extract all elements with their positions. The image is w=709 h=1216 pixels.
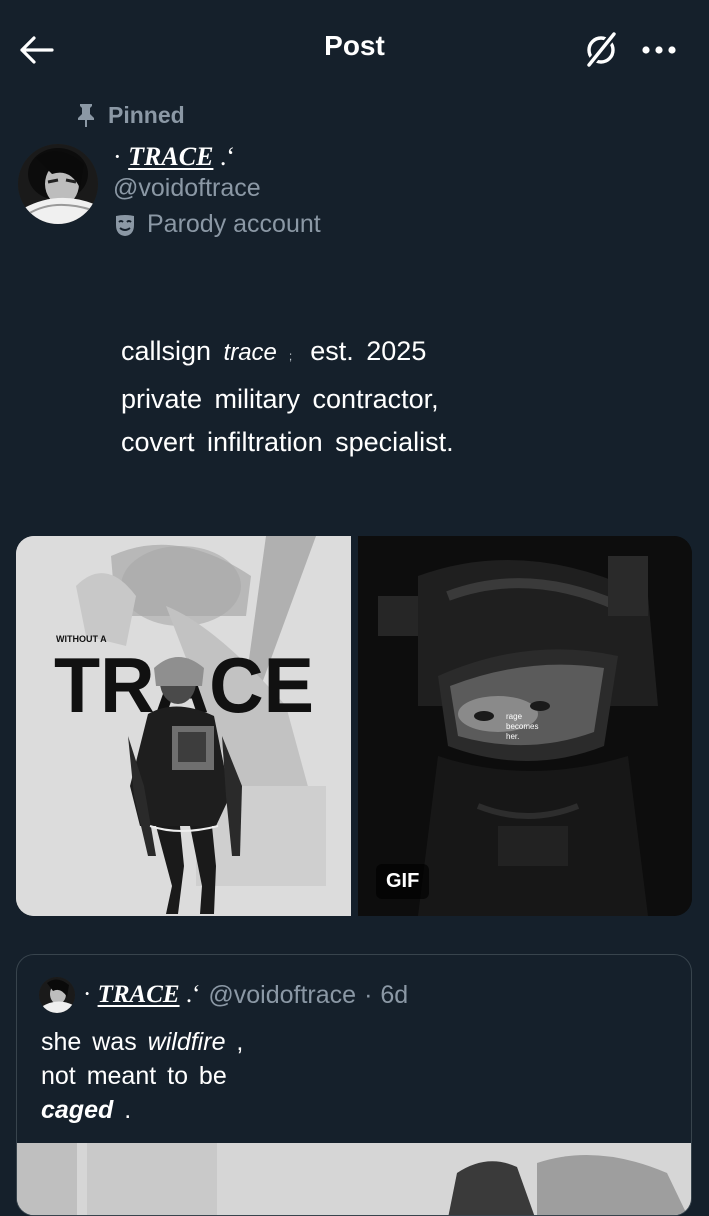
- q-line3-bold: caged: [41, 1096, 114, 1124]
- gif-caption-line-1: rage: [506, 712, 523, 721]
- post-text-line-3: covert infiltration specialist.: [121, 427, 454, 457]
- quoted-separator: ·: [364, 980, 373, 1009]
- media-gif-right[interactable]: rage becomes her. GIF: [358, 536, 692, 916]
- post-text-line-1: callsign trace; est. 2025: [121, 330, 454, 378]
- bio-italic: trace: [223, 339, 277, 366]
- name-suffix: .ʻ: [213, 142, 236, 171]
- quoted-post-header: · TRACE .ʻ @voidoftrace · 6d: [39, 977, 408, 1013]
- quoted-post-card[interactable]: · TRACE .ʻ @voidoftrace · 6d she was wildf…: [16, 954, 692, 1216]
- name-prefix: ·: [113, 142, 129, 171]
- gif-caption-line-2: becomes: [506, 722, 538, 731]
- quoted-media-preview: [17, 1143, 691, 1215]
- more-options-button[interactable]: [634, 28, 684, 72]
- q-name-text: TRACE: [97, 981, 180, 1008]
- bio-separator: ;: [288, 349, 293, 363]
- quoted-display-name: · TRACE .ʻ: [83, 981, 200, 1009]
- bio-text-b: est. 2025: [310, 336, 427, 366]
- pin-icon: [78, 104, 94, 127]
- pinned-indicator: Pinned: [76, 100, 185, 130]
- gif-caption-line-3: her.: [506, 732, 519, 741]
- avatar[interactable]: [18, 144, 98, 224]
- q-name-suffix: .ʻ: [179, 981, 201, 1008]
- quoted-media-image[interactable]: [17, 1143, 691, 1215]
- quoted-avatar: [39, 977, 75, 1013]
- quoted-line-2: not meant to be: [41, 1062, 227, 1090]
- more-horizontal-icon: [642, 46, 676, 54]
- q-line1-italic: wildfire: [147, 1028, 226, 1056]
- author-display-name[interactable]: · TRACE .ʻ: [113, 142, 235, 172]
- media-grid: WITHOUT A TRACE: [16, 536, 692, 916]
- grok-icon: [585, 30, 618, 69]
- q-name-prefix: ·: [83, 981, 98, 1008]
- quoted-timestamp: 6d: [380, 980, 409, 1009]
- name-text: TRACE: [128, 142, 214, 171]
- poster-image: WITHOUT A TRACE: [16, 536, 351, 916]
- post-text: callsign trace; est. 2025 private militar…: [121, 330, 454, 464]
- parody-text: Parody account: [147, 210, 321, 238]
- author-handle[interactable]: @voidoftrace: [113, 174, 261, 203]
- pinned-label: Pinned: [108, 101, 185, 128]
- q-line1-a: she was: [41, 1028, 148, 1056]
- quoted-post-text: she was wildfire , not meant to be caged…: [41, 1025, 243, 1127]
- top-bar: Post: [0, 0, 709, 96]
- gif-image: rage becomes her.: [358, 536, 692, 916]
- parody-account-label: Parody account: [113, 210, 321, 239]
- theater-mask-icon: [116, 214, 134, 236]
- gif-badge: GIF: [376, 864, 430, 899]
- grok-button[interactable]: [578, 26, 624, 72]
- avatar-image: [18, 144, 98, 224]
- media-image-left[interactable]: WITHOUT A TRACE: [16, 536, 351, 916]
- post-text-line-2: private military contractor,: [121, 384, 439, 414]
- quoted-line-1: she was wildfire ,: [41, 1025, 243, 1059]
- bio-text-a: callsign: [121, 336, 224, 366]
- q-line3-b: .: [113, 1096, 132, 1124]
- quoted-line-3: caged .: [41, 1093, 243, 1127]
- quoted-handle: @voidoftrace: [208, 980, 357, 1009]
- q-line1-b: ,: [225, 1028, 244, 1056]
